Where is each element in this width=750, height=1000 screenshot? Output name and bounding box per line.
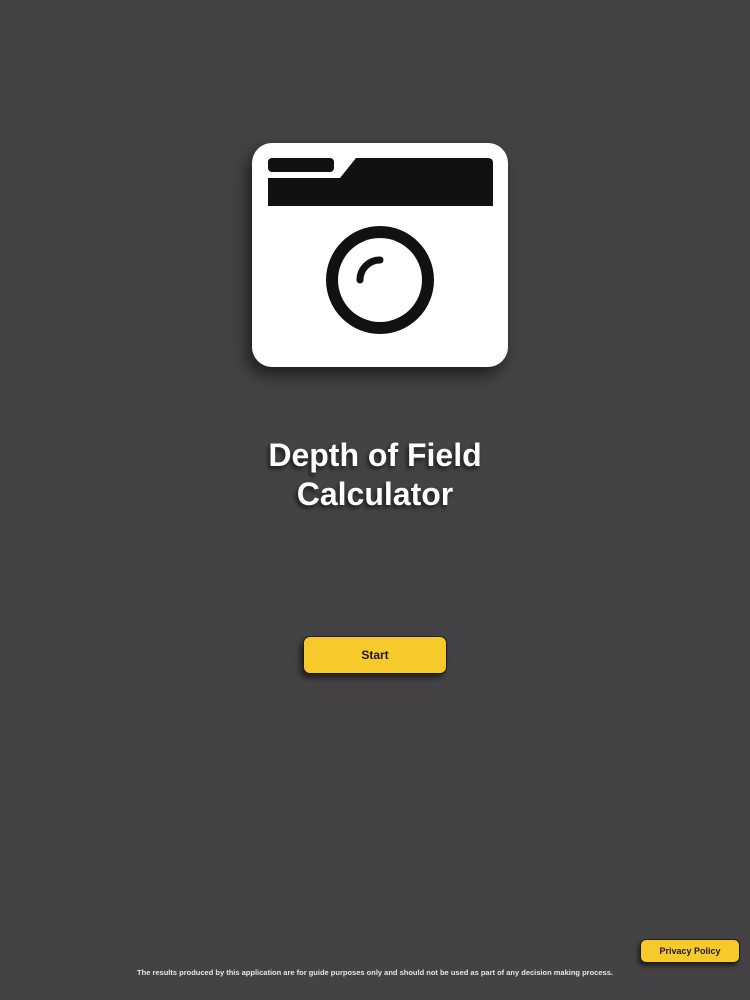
- start-button[interactable]: Start: [303, 636, 447, 674]
- launch-screen: Depth of Field Calculator Start Privacy …: [0, 0, 750, 1000]
- app-title-line-2: Calculator: [296, 476, 454, 512]
- disclaimer-text: The results produced by this application…: [137, 968, 613, 977]
- app-title: Depth of Field Calculator: [0, 436, 750, 514]
- app-title-line-1: Depth of Field: [268, 437, 482, 473]
- privacy-policy-button[interactable]: Privacy Policy: [640, 939, 740, 963]
- camera-icon: [252, 143, 508, 367]
